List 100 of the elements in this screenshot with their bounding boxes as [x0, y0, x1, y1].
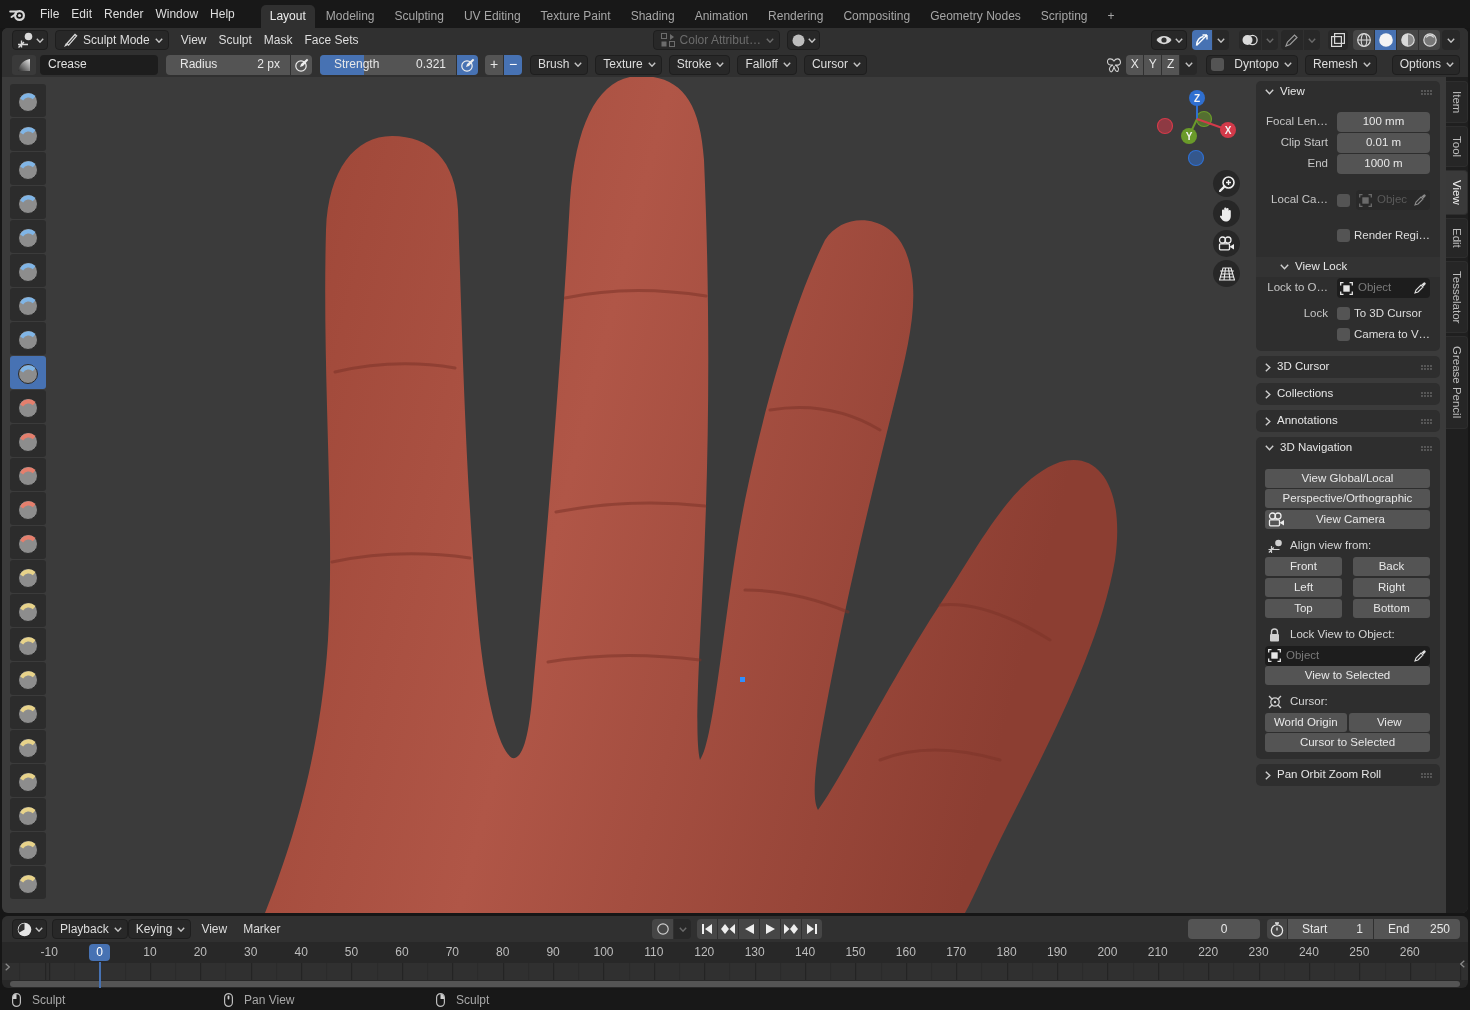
sculpt-tool-button[interactable]	[10, 730, 46, 763]
panel-button[interactable]: World Origin	[1265, 713, 1347, 732]
menu-item[interactable]: Marker	[237, 919, 287, 939]
panel-button[interactable]: Left	[1265, 578, 1342, 597]
sidebar-tab[interactable]: Tool	[1446, 126, 1468, 168]
shading-mode-button[interactable]	[1419, 30, 1440, 50]
menu-item[interactable]: View	[195, 919, 234, 939]
direction-button[interactable]: −	[504, 54, 522, 75]
workspace-tab[interactable]: Sculpting	[385, 5, 453, 28]
sculpt-tool-button[interactable]	[10, 526, 46, 559]
axis-handle[interactable]	[1195, 110, 1213, 128]
current-frame-field[interactable]: 0	[1188, 919, 1260, 939]
symmetry-axis-button[interactable]: X	[1126, 54, 1144, 75]
end-frame-field[interactable]: End 250	[1374, 919, 1460, 939]
sculpt-tool-button[interactable]	[10, 356, 46, 389]
shading-mode-button[interactable]	[1397, 30, 1418, 50]
sculpt-tool-button[interactable]	[10, 322, 46, 355]
sculpt-tool-button[interactable]	[10, 628, 46, 661]
workspace-tab[interactable]: Geometry Nodes	[921, 5, 1030, 28]
workspace-tab[interactable]: Scripting	[1031, 5, 1097, 28]
object-field[interactable]: Object	[1337, 278, 1430, 298]
shading-mode-button[interactable]	[1353, 30, 1374, 50]
pan-button[interactable]	[1213, 200, 1240, 227]
shading-mode-button[interactable]	[1375, 30, 1396, 50]
sculpt-tool-button[interactable]	[10, 696, 46, 729]
subpanel-header[interactable]: View Lock	[1256, 257, 1440, 277]
workspace-tab[interactable]: Compositing	[834, 5, 920, 28]
record-button[interactable]	[652, 919, 674, 939]
sphere-dropdown[interactable]	[786, 30, 820, 50]
sculpt-tool-button[interactable]	[10, 458, 46, 491]
checkbox[interactable]	[1337, 307, 1350, 320]
dyntopo-dropdown[interactable]: Dyntopo	[1206, 54, 1298, 75]
object-field[interactable]: Object	[1265, 645, 1430, 666]
axis-handle[interactable]: X	[1196, 118, 1236, 138]
menu-dropdown[interactable]: Brush	[530, 54, 589, 75]
menu-dropdown[interactable]: Stroke	[668, 54, 731, 75]
workspace-tab[interactable]: Layout	[260, 5, 315, 28]
sculpt-tool-button[interactable]	[10, 594, 46, 627]
panel-header[interactable]: View	[1256, 81, 1440, 103]
workspace-tab[interactable]: UV Editing	[454, 5, 530, 28]
pen-button[interactable]	[1281, 30, 1303, 50]
current-frame-badge[interactable]: 0	[89, 944, 110, 961]
workspace-tab[interactable]: Rendering	[759, 5, 833, 28]
sculpt-tool-button[interactable]	[10, 424, 46, 457]
editor-type-button[interactable]	[12, 919, 47, 939]
playback-button[interactable]	[802, 919, 823, 939]
panel-button[interactable]: Right	[1353, 578, 1430, 597]
checkbox[interactable]	[1211, 58, 1225, 71]
xray-toggle-button[interactable]	[1328, 30, 1348, 50]
playback-button[interactable]	[697, 919, 718, 939]
editor-type-button[interactable]	[12, 30, 48, 50]
panel-button[interactable]: Back	[1353, 557, 1430, 576]
checkbox-label[interactable]: To 3D Cursor	[1354, 306, 1422, 321]
workspace-tab[interactable]: Shading	[621, 5, 684, 28]
direction-button[interactable]: +	[485, 54, 503, 75]
sculpt-tool-button[interactable]	[10, 118, 46, 151]
menu-dropdown[interactable]: Cursor	[803, 54, 867, 75]
symmetry-axis-button[interactable]: Y	[1144, 54, 1162, 75]
sidebar-tab[interactable]: Item	[1446, 81, 1468, 124]
visibility-dropdown[interactable]	[1151, 30, 1187, 50]
symmetry-axis-button[interactable]: Z	[1162, 54, 1180, 75]
sculpt-tool-button[interactable]	[10, 662, 46, 695]
menu-item[interactable]: Edit	[65, 4, 99, 24]
panel-button[interactable]: View Global/Local	[1265, 469, 1430, 488]
start-frame-field[interactable]: Start 1	[1288, 919, 1373, 939]
scrollbar-thumb[interactable]	[10, 981, 1460, 987]
playback-button[interactable]	[781, 919, 802, 939]
symmetry-options-button[interactable]	[1180, 54, 1198, 75]
checkbox[interactable]	[1337, 229, 1350, 243]
add-workspace-button[interactable]: +	[1098, 5, 1124, 28]
brush-name-field[interactable]: Crease	[40, 54, 158, 75]
sculpt-tool-button[interactable]	[10, 560, 46, 593]
number-field[interactable]: 100 mm	[1337, 112, 1430, 132]
sculpt-tool-button[interactable]	[10, 866, 46, 899]
menu-dropdown[interactable]: Texture	[595, 54, 662, 75]
panel-button[interactable]: Bottom	[1353, 599, 1430, 618]
axis-handle[interactable]	[1187, 149, 1205, 167]
pressure-toggle-button[interactable]	[457, 54, 478, 75]
panel-button[interactable]: Perspective/Orthographic	[1265, 489, 1430, 508]
sidebar-tab[interactable]: Tesselator	[1446, 261, 1468, 334]
sculpt-tool-button[interactable]	[10, 152, 46, 185]
panel-header[interactable]: 3D Navigation	[1256, 437, 1440, 459]
panel-button[interactable]: View to Selected	[1265, 666, 1430, 685]
camera-view-button[interactable]	[1213, 230, 1240, 257]
menu-item[interactable]: Sculpt	[212, 30, 258, 50]
overlay-toggle-button[interactable]	[1239, 30, 1261, 50]
workspace-tab[interactable]: Texture Paint	[531, 5, 620, 28]
panel-header[interactable]: Annotations	[1256, 410, 1440, 432]
number-field[interactable]: 0.01 m	[1337, 133, 1430, 153]
menu-dropdown[interactable]: Playback	[52, 919, 128, 939]
panel-button[interactable]: Cursor to Selected	[1265, 733, 1430, 752]
sidebar-tab[interactable]: Edit	[1446, 218, 1468, 259]
menu-item[interactable]: File	[34, 4, 66, 24]
menu-item[interactable]: Render	[98, 4, 150, 24]
gizmo-toggle-button[interactable]	[1192, 30, 1212, 50]
pressure-toggle-button[interactable]	[291, 54, 312, 75]
checkbox[interactable]	[1337, 328, 1350, 341]
menu-item[interactable]: Face Sets	[298, 30, 365, 50]
gizmo-options-button[interactable]	[1213, 30, 1229, 50]
sculpt-tool-button[interactable]	[10, 798, 46, 831]
